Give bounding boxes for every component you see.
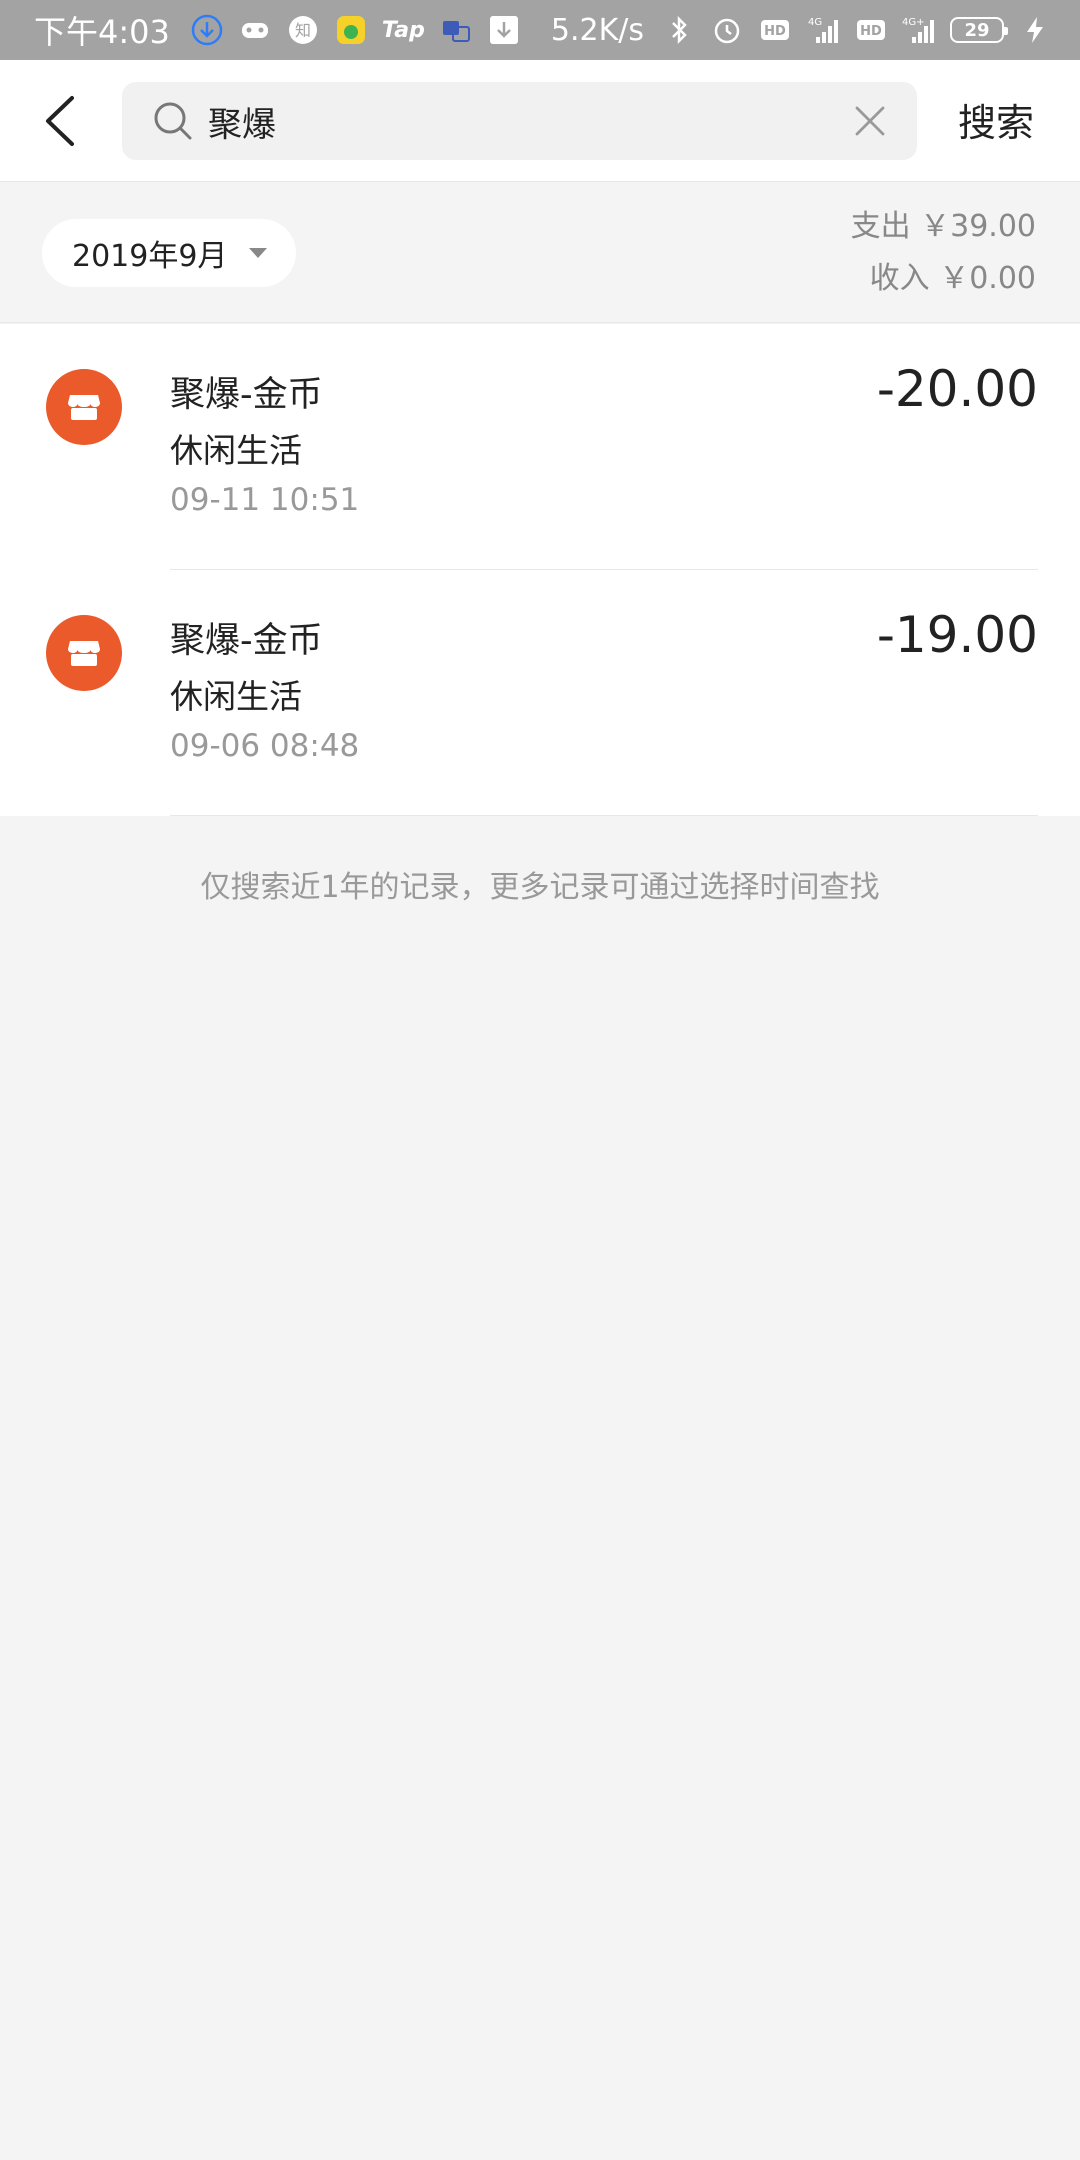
zhihu-icon: 知	[286, 13, 320, 47]
search-box[interactable]	[122, 82, 917, 160]
transaction-row[interactable]: 聚爆-金币 休闲生活 09-06 08:48 -19.00	[0, 570, 1080, 816]
transaction-list: 聚爆-金币 休闲生活 09-11 10:51 -20.00 聚爆-金币 休闲生活…	[0, 324, 1080, 816]
category-label: 休闲生活	[170, 677, 302, 716]
category-label: 休闲生活	[170, 431, 302, 470]
status-bar: 下午4:03 知 Tap 5.2K/s HD 4G HD 4G+ 29	[0, 0, 1080, 60]
footer-note: 仅搜索近1年的记录，更多记录可通过选择时间查找	[200, 870, 880, 905]
gamepad-icon	[238, 13, 272, 47]
filter-bar: 2019年9月 支出 ￥39.00 收入 ￥0.00	[0, 183, 1080, 323]
transaction-amount: -20.00	[876, 360, 1038, 418]
row-divider	[170, 815, 1038, 816]
network-speed: 5.2K/s	[550, 12, 644, 48]
transaction-amount: -19.00	[876, 606, 1038, 664]
search-icon	[152, 100, 194, 142]
store-icon	[46, 369, 122, 445]
hd-icon: HD	[758, 13, 792, 47]
svg-text:4G+: 4G+	[902, 17, 925, 28]
income-total: 收入 ￥0.00	[869, 261, 1036, 296]
transaction-time: 09-11 10:51	[170, 482, 360, 518]
back-icon[interactable]	[36, 92, 88, 150]
charging-icon	[1018, 13, 1052, 47]
expense-total: 支出 ￥39.00	[850, 209, 1036, 244]
store-icon	[46, 615, 122, 691]
translate-icon	[439, 13, 473, 47]
status-time: 下午4:03	[34, 13, 170, 51]
caret-down-icon	[249, 248, 268, 258]
music-app-icon	[334, 13, 368, 47]
svg-text:HD: HD	[764, 24, 786, 39]
search-input[interactable]	[208, 82, 808, 160]
download-circle-icon	[190, 13, 224, 47]
search-header: 搜索	[0, 60, 1080, 182]
transaction-time: 09-06 08:48	[170, 728, 360, 764]
signal-4g-icon: 4G	[806, 13, 840, 47]
alarm-icon	[710, 13, 744, 47]
tap-app-icon: Tap	[381, 17, 425, 43]
month-selector[interactable]: 2019年9月	[42, 219, 296, 287]
bluetooth-icon	[662, 13, 696, 47]
svg-text:HD: HD	[860, 24, 882, 39]
month-summary: 支出 ￥39.00 收入 ￥0.00	[851, 201, 1036, 305]
search-button[interactable]: 搜索	[958, 92, 1034, 147]
svg-text:知: 知	[295, 21, 311, 40]
signal-4gplus-icon: 4G+	[902, 13, 936, 47]
merchant-name: 聚爆-金币	[170, 621, 323, 661]
hd-icon-2: HD	[854, 13, 888, 47]
battery-icon: 29	[950, 17, 1008, 43]
month-label: 2019年9月	[72, 239, 228, 274]
clear-icon[interactable]	[853, 104, 887, 138]
merchant-name: 聚爆-金币	[170, 375, 323, 415]
svg-text:4G: 4G	[808, 17, 822, 28]
transaction-row[interactable]: 聚爆-金币 休闲生活 09-11 10:51 -20.00	[0, 324, 1080, 570]
download-box-icon	[487, 13, 521, 47]
